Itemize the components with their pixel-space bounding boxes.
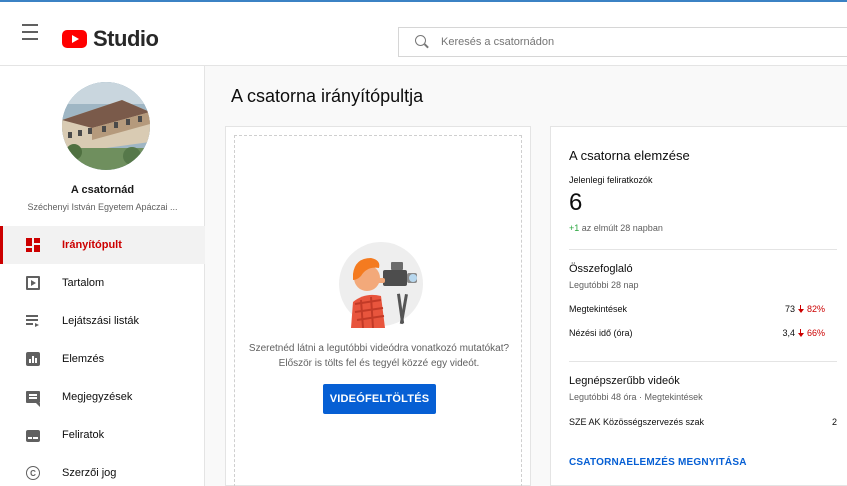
top-bar: Studio: [0, 0, 847, 66]
channel-label: A csatornád: [70, 184, 135, 196]
divider: [569, 249, 837, 250]
metric-label: Nézési idő (óra): [569, 328, 633, 338]
dashboard-icon: [26, 238, 40, 252]
sidebar-item-label: Irányítópult: [62, 239, 122, 251]
playlist-icon: [26, 314, 40, 328]
sidebar-item-comments[interactable]: Megjegyzések: [0, 378, 205, 416]
top-videos-period: Legutóbbi 48 óra · Megtekintések: [569, 392, 703, 402]
upload-video-button[interactable]: VIDEÓFELTÖLTÉS: [323, 384, 436, 414]
upload-prompt-line1: Szeretnéd látni a legutóbbi videódra von…: [248, 343, 510, 354]
subscribers-change: +1 az elmúlt 28 napban: [569, 223, 663, 233]
sidebar-item-label: Megjegyzések: [62, 391, 133, 403]
sidebar-item-content[interactable]: Tartalom: [0, 264, 205, 302]
copyright-icon: C: [26, 466, 40, 480]
sidebar: A csatornád Széchenyi István Egyetem Apá…: [0, 66, 205, 486]
upload-card: Szeretnéd látni a legutóbbi videódra von…: [225, 126, 531, 486]
sidebar-item-copyright[interactable]: C Szerzői jog: [0, 454, 205, 486]
sidebar-item-analytics[interactable]: Elemzés: [0, 340, 205, 378]
summary-period: Legutóbbi 28 nap: [569, 280, 639, 290]
top-video-title: SZE AK Közösségszervezés szak: [569, 417, 705, 427]
metric-value: 3,4: [782, 328, 795, 338]
content-icon: [26, 276, 40, 290]
metric-row-views[interactable]: Megtekintések 73 82%: [569, 304, 825, 314]
sidebar-item-label: Elemzés: [62, 353, 105, 365]
top-videos-title: Legnépszerűbb videók: [569, 375, 680, 387]
channel-avatar[interactable]: [62, 82, 150, 170]
top-video-views: 2: [831, 417, 837, 427]
metric-change-value: 82%: [806, 304, 825, 314]
upload-dropzone: Szeretnéd látni a legutóbbi videódra von…: [234, 135, 522, 486]
channel-analytics-card: A csatorna elemzése Jelenlegi feliratkoz…: [550, 126, 847, 486]
comments-icon: [26, 391, 40, 407]
search-input[interactable]: [441, 36, 821, 48]
subscribers-label: Jelenlegi feliratkozók: [569, 175, 653, 185]
open-channel-analytics-link[interactable]: CSATORNAELEMZÉS MEGNYITÁSA: [569, 457, 747, 468]
subscribers-change-value: +1: [569, 223, 580, 233]
sidebar-item-label: Feliratok: [62, 429, 105, 441]
metric-row-watch-time[interactable]: Nézési idő (óra) 3,4 66%: [569, 328, 825, 338]
analytics-icon: [26, 352, 40, 366]
metric-value-group: 3,4 66%: [782, 328, 825, 338]
analytics-title: A csatorna elemzése: [569, 148, 690, 163]
sidebar-item-label: Tartalom: [62, 277, 105, 289]
youtube-play-icon: [62, 30, 87, 48]
channel-name: Széchenyi István Egyetem Apáczai ...: [27, 202, 178, 212]
upload-prompt-line2: Először is tölts fel és tegyél közzé egy…: [278, 358, 480, 369]
page-title: A csatorna irányítópultja: [231, 86, 424, 106]
divider: [569, 361, 837, 362]
summary-title: Összefoglaló: [569, 263, 633, 275]
top-video-row[interactable]: SZE AK Közösségszervezés szak 2: [569, 417, 837, 427]
sidebar-item-dashboard[interactable]: Irányítópult: [0, 226, 205, 264]
sidebar-nav: Irányítópult Tartalom Lejátszási listák …: [0, 226, 205, 486]
search-icon[interactable]: [415, 35, 429, 49]
arrow-down-icon: [797, 305, 804, 313]
upload-prompt: Szeretnéd látni a legutóbbi videódra von…: [235, 341, 523, 371]
camera-operator-illustration: [339, 242, 423, 328]
hamburger-menu-icon[interactable]: [22, 24, 44, 44]
arrow-down-icon: [797, 329, 804, 337]
metric-change: 66%: [797, 328, 825, 338]
metric-change: 82%: [797, 304, 825, 314]
studio-logo[interactable]: Studio: [62, 26, 159, 52]
subscribers-change-text: az elmúlt 28 napban: [579, 223, 663, 233]
sidebar-item-subtitles[interactable]: Feliratok: [0, 416, 205, 454]
subscribers-count: 6: [569, 189, 583, 216]
channel-avatar-image: [62, 82, 150, 170]
metric-change-value: 66%: [806, 328, 825, 338]
metric-value: 73: [784, 304, 795, 314]
sidebar-item-label: Szerzői jog: [62, 467, 117, 479]
sidebar-item-playlists[interactable]: Lejátszási listák: [0, 302, 205, 340]
metric-value-group: 73 82%: [785, 304, 825, 314]
metric-label: Megtekintések: [569, 304, 628, 314]
logo-text: Studio: [93, 26, 159, 51]
sidebar-item-label: Lejátszási listák: [62, 315, 140, 327]
subtitles-icon: [26, 430, 40, 442]
search-bar[interactable]: [398, 27, 847, 57]
